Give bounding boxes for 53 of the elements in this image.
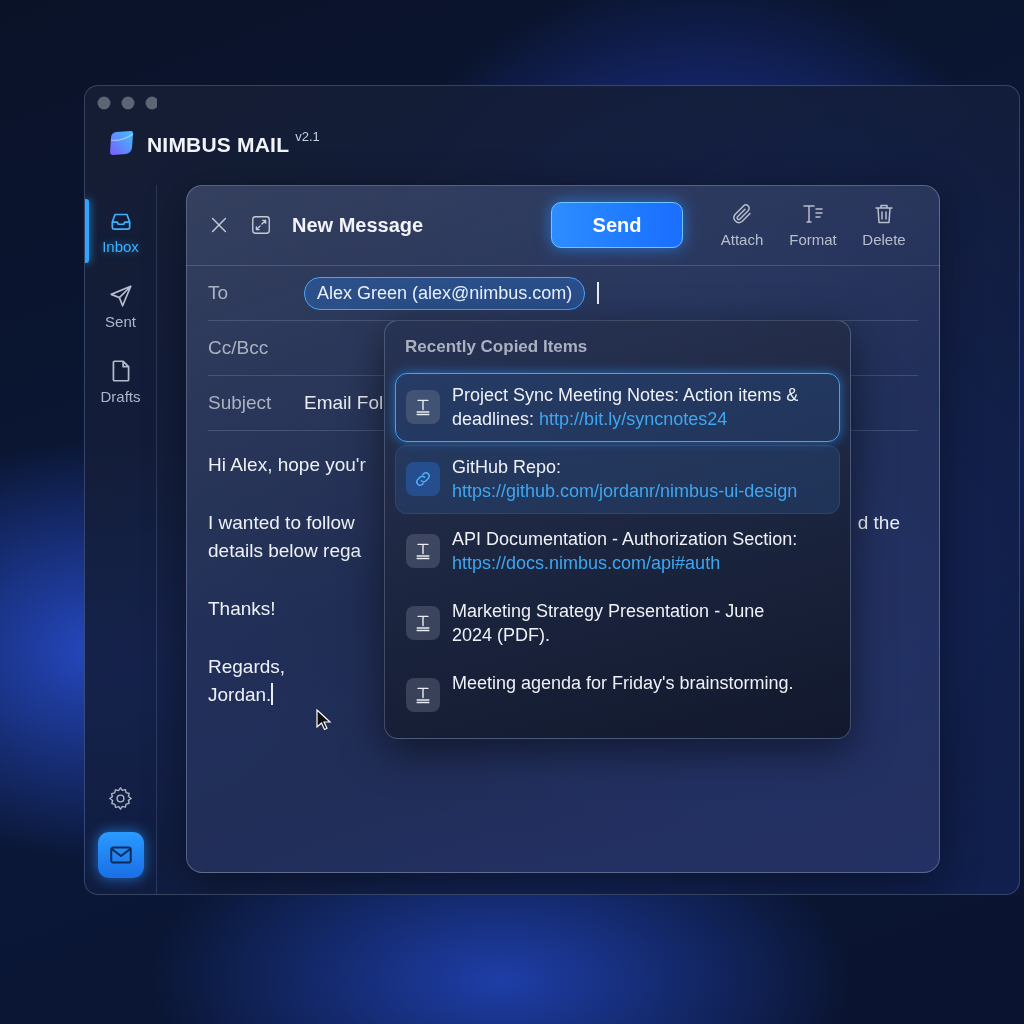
paperclip-icon — [730, 202, 754, 226]
body-text: Jordan. — [208, 684, 272, 705]
popup-title: Recently Copied Items — [405, 337, 588, 357]
text-icon — [406, 606, 440, 640]
expand-button[interactable] — [250, 214, 272, 236]
field-label: Subject — [208, 392, 273, 414]
attach-button[interactable]: Attach — [708, 202, 776, 248]
body-text: Thanks! — [208, 598, 276, 619]
recipient-chip[interactable]: Alex Green (alex@nimbus.com) — [304, 276, 586, 310]
clipboard-link[interactable]: http://bit.ly/syncnotes24 — [539, 409, 728, 429]
version-label: v2.1 — [295, 129, 320, 144]
clipboard-item-text: Project Sync Meeting Notes: Action items & deadlines: http://bit.ly/syncnotes24 — [452, 384, 800, 431]
clipboard-item-text: GitHub Repo: https://github.com/jordanr/nimbus-ui-design — [452, 456, 799, 503]
text-icon — [406, 390, 440, 424]
window-controls-drawing[interactable] — [97, 96, 157, 110]
body-text: d the — [857, 511, 900, 535]
clipboard-item-text: Marketing Strategy Presentation - June 2024 (PDF). — [452, 600, 766, 647]
compose-title: New Message — [292, 213, 424, 237]
clipboard-item-text: Meeting agenda for Friday's brainstorming. — [452, 672, 794, 695]
logo-icon — [107, 129, 135, 157]
clipboard-item-text: API Documentation - Authorization Section: https://docs.nimbus.com/api#auth — [452, 528, 799, 575]
clipboard-item[interactable]: API Documentation - Authorization Section: https://docs.nimbus.com/api#auth — [395, 517, 840, 586]
subject-field[interactable]: Email Fol — [304, 392, 384, 414]
link-icon — [406, 462, 440, 496]
trash-icon — [872, 202, 896, 226]
format-button[interactable]: Format — [779, 202, 847, 248]
paper-plane-icon — [107, 282, 134, 309]
text-icon — [406, 534, 440, 568]
field-label: To — [208, 282, 230, 304]
sidebar-item[interactable]: Sent — [85, 274, 156, 338]
clipboard-link[interactable]: https://docs.nimbus.com/api#auth — [452, 553, 721, 573]
clipboard-item[interactable]: Meeting agenda for Friday's brainstorming. — [395, 661, 840, 728]
text-format-icon — [801, 202, 825, 226]
body-text: Regards, — [208, 656, 286, 677]
text-icon — [406, 678, 440, 712]
compose-mail-button[interactable] — [97, 832, 144, 878]
sidebar-item[interactable]: Inbox — [85, 199, 156, 263]
field-label: Cc/Bcc — [208, 337, 270, 359]
app-title: NIMBUS MAIL — [147, 133, 290, 157]
mouse-pointer-icon — [316, 709, 332, 731]
body-text: I wanted to follow — [208, 512, 355, 533]
clipboard-link[interactable]: https://github.com/jordanr/nimbus-ui-design — [452, 481, 798, 501]
clipboard-item[interactable]: Marketing Strategy Presentation - June 2024 (PDF). — [395, 589, 840, 658]
expand-icon — [250, 214, 272, 236]
body-text: Hi Alex, hope you'r — [208, 454, 366, 475]
settings-icon[interactable] — [107, 785, 134, 812]
clipboard-item[interactable]: Project Sync Meeting Notes: Action items & deadlines: http://bit.ly/syncnotes24 — [395, 373, 840, 442]
body-text: details below rega — [208, 540, 362, 561]
sidebar-item[interactable]: Drafts — [85, 349, 156, 413]
delete-button[interactable]: Delete — [850, 202, 918, 248]
active-indicator — [85, 199, 89, 263]
clipboard-item[interactable]: GitHub Repo: https://github.com/jordanr/nimbus-ui-design — [395, 445, 840, 514]
send-button[interactable]: Send — [551, 202, 683, 248]
